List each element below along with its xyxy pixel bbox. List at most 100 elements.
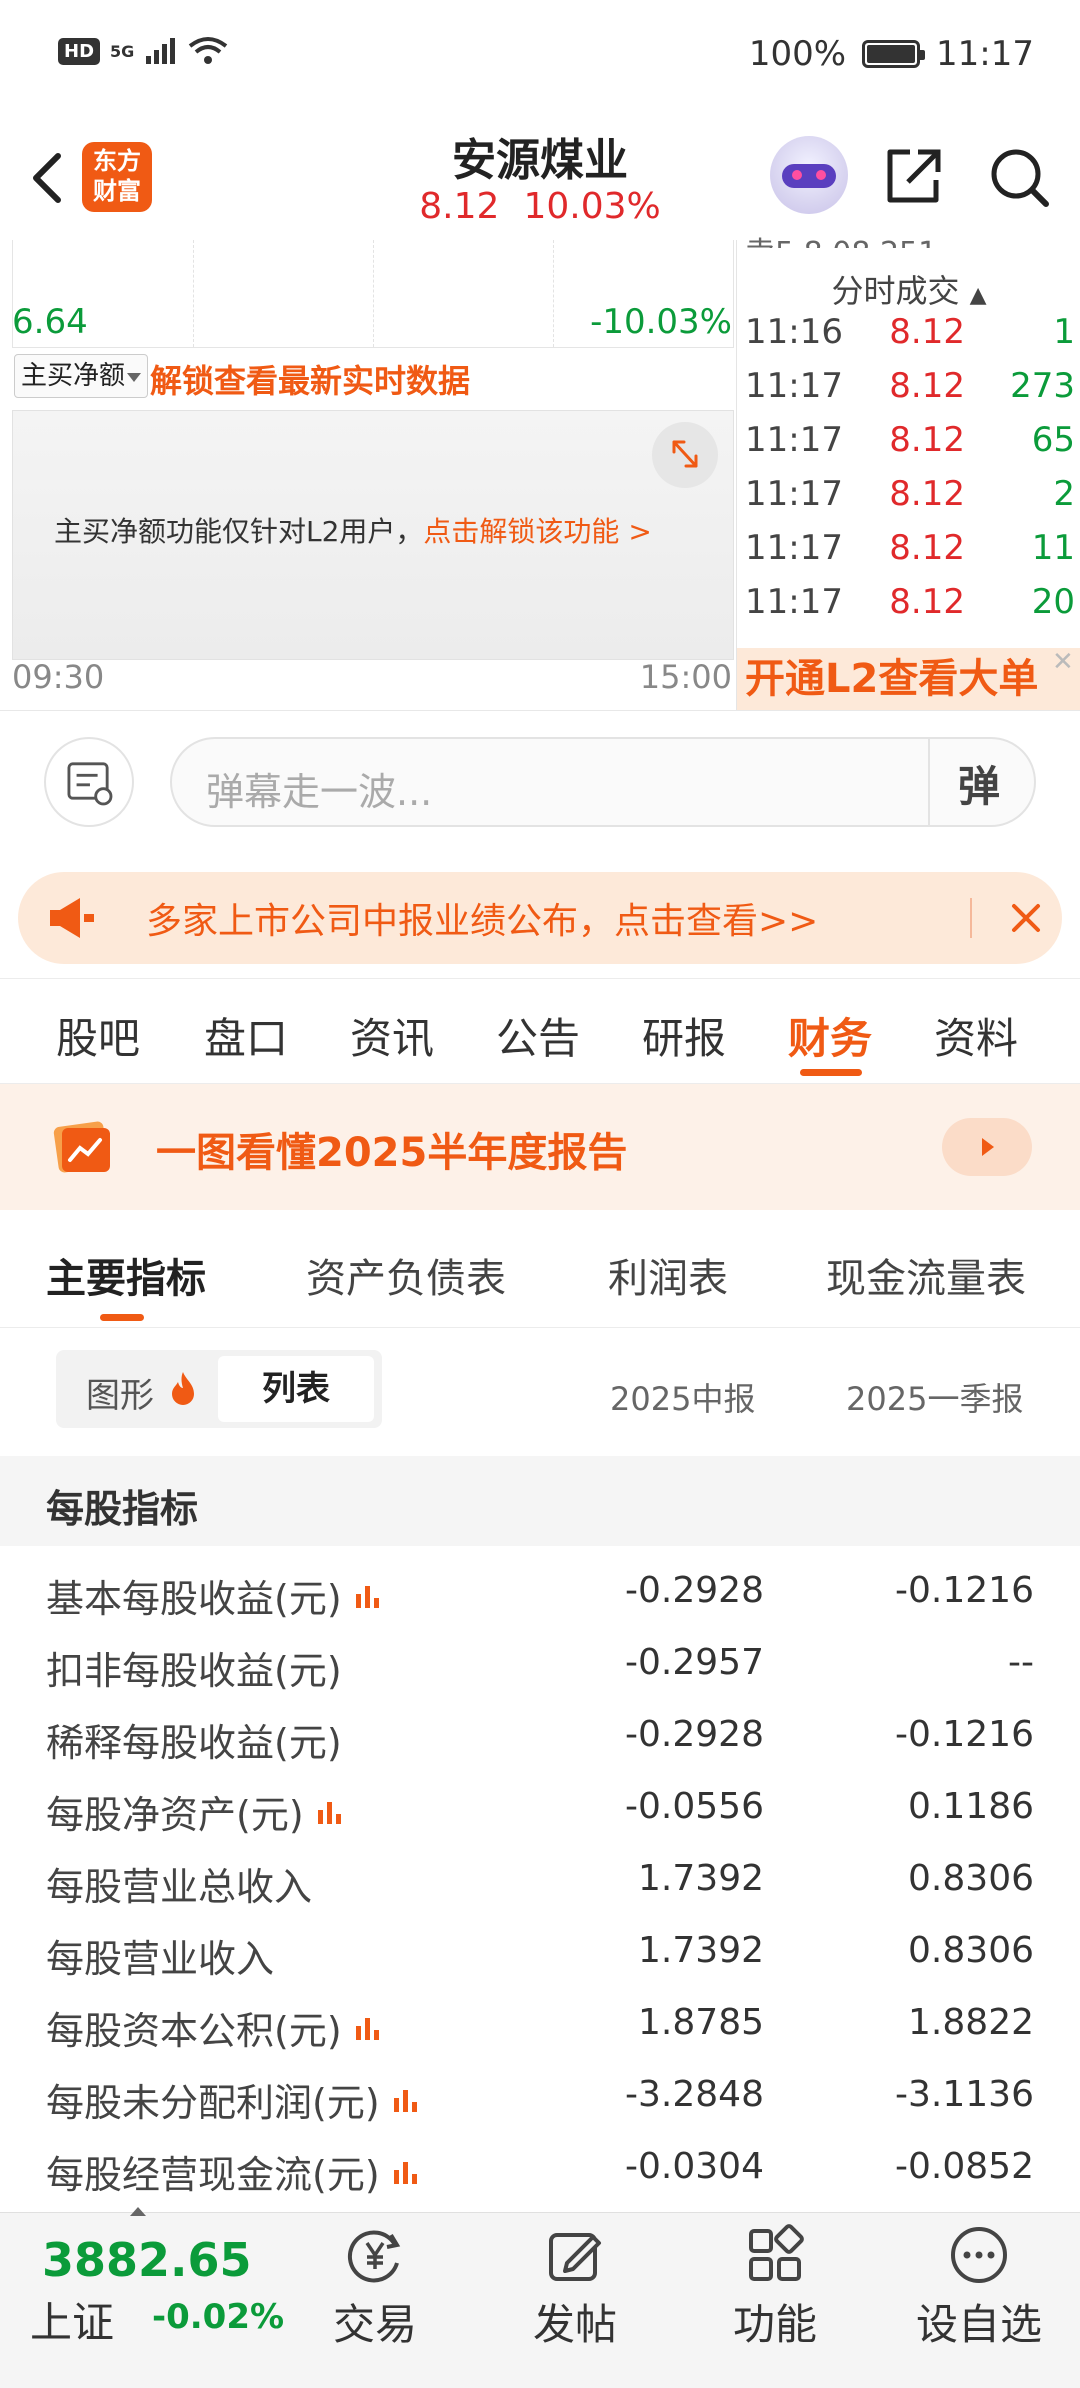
- trades-title[interactable]: 分时成交 ▲: [737, 266, 1080, 312]
- intraday-chart[interactable]: 6.64 -10.03% 主买净额 解锁查看最新实时数据 主买净额功能仅针对L2…: [0, 240, 736, 710]
- trade-volume: 65: [1031, 420, 1075, 460]
- megaphone-icon: [50, 898, 94, 938]
- bar-chart-icon[interactable]: [352, 2012, 384, 2044]
- trade-price: 8.12: [889, 420, 965, 460]
- tab-finance[interactable]: 财务: [788, 1005, 872, 1066]
- stock-price: 8.12: [419, 186, 500, 227]
- tab-pankou[interactable]: 盘口: [204, 1005, 288, 1066]
- bar-chart-icon[interactable]: [390, 2084, 422, 2116]
- section-title: 每股指标: [46, 1487, 199, 1531]
- trade-row: 11:17 8.12 273: [745, 366, 1075, 420]
- indicator-name: 基本每股收益(元): [46, 1577, 342, 1621]
- main-tabs: 股吧 盘口 资讯 公告 研报 财务 资料: [0, 978, 1080, 1084]
- subtab-balance-sheet[interactable]: 资产负债表: [306, 1246, 506, 1304]
- indicator-name-cell: 稀释每股收益(元): [46, 1712, 342, 1767]
- battery-percent: 100%: [748, 34, 847, 74]
- panel-message-text: 主买净额功能仅针对L2用户，: [54, 515, 424, 548]
- danmu-bar: 弹幕走一波... 弹: [0, 710, 1080, 860]
- indicator-row[interactable]: 扣非每股收益(元) -0.2957 --: [0, 1628, 1080, 1700]
- wifi-icon: [189, 37, 228, 64]
- trade-time: 11:16: [745, 312, 843, 352]
- danmu-input[interactable]: 弹幕走一波... 弹: [170, 737, 1036, 827]
- nav-features-label: 功能: [732, 2300, 817, 2349]
- search-icon[interactable]: [986, 144, 1052, 210]
- tab-guba[interactable]: 股吧: [56, 1005, 140, 1066]
- index-change[interactable]: -0.02%: [152, 2297, 284, 2337]
- period-header-h1[interactable]: 2025中报: [610, 1374, 755, 1420]
- trade-time: 11:17: [745, 420, 843, 460]
- tab-profile[interactable]: 资料: [934, 1005, 1018, 1066]
- view-list-option[interactable]: 列表: [218, 1356, 374, 1422]
- bar-chart-icon[interactable]: [314, 1796, 346, 1828]
- indicator-row[interactable]: 每股营业总收入 1.7392 0.8306: [0, 1844, 1080, 1916]
- stock-change-pct: 10.03%: [523, 186, 661, 227]
- nav-trade[interactable]: 交易: [300, 2223, 450, 2352]
- close-icon[interactable]: ✕: [1052, 649, 1076, 675]
- active-subtab-indicator: [100, 1314, 144, 1321]
- nav-watchlist[interactable]: 设自选: [904, 2223, 1054, 2352]
- indicator-name: 每股未分配利润(元): [46, 2081, 380, 2125]
- bar-chart-icon[interactable]: [390, 2156, 422, 2188]
- tab-research[interactable]: 研报: [642, 1005, 726, 1066]
- tab-announcements[interactable]: 公告: [496, 1005, 580, 1066]
- report-banner-text[interactable]: 一图看懂2025半年度报告: [156, 1120, 627, 1178]
- bar-chart-icon[interactable]: [352, 1580, 384, 1612]
- trades-title-label: 分时成交: [831, 272, 960, 310]
- subtab-income-statement[interactable]: 利润表: [608, 1246, 728, 1304]
- chart-low-pct: -10.03%: [590, 302, 732, 342]
- share-icon[interactable]: [880, 144, 946, 210]
- period-header-q1[interactable]: 2025一季报: [846, 1374, 1023, 1420]
- indicator-row[interactable]: 每股营业收入 1.7392 0.8306: [0, 1916, 1080, 1988]
- close-icon[interactable]: [1002, 894, 1050, 942]
- nav-post[interactable]: 发帖: [500, 2223, 650, 2352]
- unlock-feature-link[interactable]: 点击解锁该功能 >: [423, 515, 651, 548]
- indicator-name: 每股资本公积(元): [46, 2009, 342, 2053]
- indicator-row[interactable]: 基本每股收益(元) -0.2928 -0.1216: [0, 1556, 1080, 1628]
- notice-text[interactable]: 多家上市公司中报业绩公布，点击查看>>: [146, 892, 818, 944]
- index-name[interactable]: 上证: [30, 2289, 114, 2350]
- play-arrow-icon[interactable]: [942, 1118, 1032, 1176]
- expand-icon[interactable]: [652, 422, 718, 488]
- indicator-name: 每股净资产(元): [46, 1793, 304, 1837]
- chart-time-end: 15:00: [639, 658, 732, 696]
- trade-price: 8.12: [889, 366, 965, 406]
- more-dots-icon: [951, 2227, 1007, 2283]
- report-banner[interactable]: 一图看懂2025半年度报告: [0, 1084, 1080, 1210]
- indicator-row[interactable]: 稀释每股收益(元) -0.2928 -0.1216: [0, 1700, 1080, 1772]
- nav-post-label: 发帖: [532, 2300, 617, 2349]
- indicator-value-q1: --: [1008, 1642, 1034, 1683]
- indicator-name: 扣非每股收益(元): [46, 1649, 342, 1693]
- subtab-key-indicators[interactable]: 主要指标: [46, 1246, 206, 1304]
- subtab-cash-flow[interactable]: 现金流量表: [826, 1246, 1026, 1304]
- ai-assistant-icon[interactable]: [770, 136, 848, 214]
- caret-down-icon: [127, 373, 141, 382]
- trade-row: 11:16 8.12 1: [745, 312, 1075, 366]
- indicator-value-q1: -3.1136: [895, 2074, 1034, 2115]
- danmu-toggle-button[interactable]: 弹: [958, 753, 1000, 814]
- notice-banner[interactable]: 多家上市公司中报业绩公布，点击查看>>: [18, 872, 1062, 964]
- nav-features[interactable]: 功能: [700, 2223, 850, 2352]
- index-value[interactable]: 3882.65: [42, 2233, 252, 2287]
- tab-news[interactable]: 资讯: [350, 1005, 434, 1066]
- trade-volume: 20: [1031, 582, 1075, 622]
- tick-trades-panel: 卖5 8.08 251 分时成交 ▲ 11:168.12111:178.1227…: [736, 236, 1080, 710]
- view-toggle: 图形 列表: [56, 1350, 382, 1428]
- unlock-data-link[interactable]: 解锁查看最新实时数据: [150, 356, 470, 402]
- indicator-row[interactable]: 每股经营现金流(元) -0.0304 -0.0852: [0, 2132, 1080, 2204]
- trade-row: 11:17 8.12 65: [745, 420, 1075, 474]
- open-l2-banner[interactable]: 开通L2查看大单: [737, 648, 1080, 710]
- indicator-value-h1: -0.2957: [625, 1642, 764, 1683]
- trade-row: 11:17 8.12 11: [745, 528, 1075, 582]
- stock-header: 东方财富 安源煤业 8.12 10.03%: [0, 110, 1080, 240]
- indicator-row[interactable]: 每股净资产(元) -0.0556 0.1186: [0, 1772, 1080, 1844]
- danmu-settings-icon[interactable]: [44, 737, 134, 827]
- indicator-name-cell: 每股未分配利润(元): [46, 2072, 422, 2127]
- caret-up-icon[interactable]: [130, 2207, 146, 2216]
- trade-price: 8.12: [889, 582, 965, 622]
- order-book-partial-row: 卖5 8.08 251: [745, 228, 1075, 248]
- view-graph-option[interactable]: 图形: [86, 1368, 154, 1417]
- indicator-name: 每股营业总收入: [46, 1865, 313, 1909]
- indicator-row[interactable]: 每股未分配利润(元) -3.2848 -3.1136: [0, 2060, 1080, 2132]
- indicator-row[interactable]: 每股资本公积(元) 1.8785 1.8822: [0, 1988, 1080, 2060]
- metric-select[interactable]: 主买净额: [14, 354, 148, 398]
